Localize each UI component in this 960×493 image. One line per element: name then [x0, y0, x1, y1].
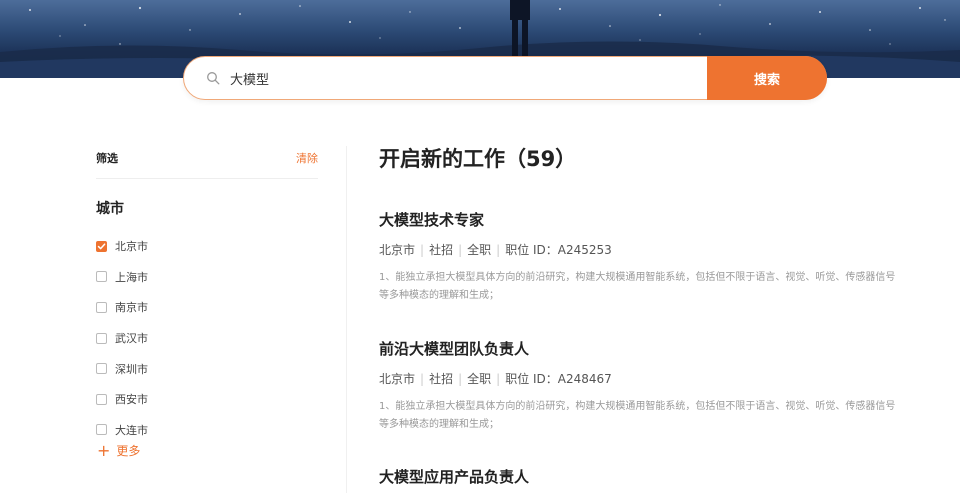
city-option[interactable]: 北京市 [96, 231, 296, 262]
city-option-label: 武汉市 [115, 332, 148, 346]
meta-separator: | [420, 243, 425, 257]
job-meta: 北京市 | 社招 | 全职 | 职位 ID：A245253 [379, 241, 899, 258]
job-card: 大模型应用产品负责人 [379, 466, 899, 487]
job-description: 1、能独立承担大模型具体方向的前沿研究，构建大规模通用智能系统，包括但不限于语言… [379, 272, 896, 301]
filter-title: 筛选 [96, 152, 118, 165]
meta-separator: | [420, 372, 425, 386]
meta-separator: | [458, 372, 463, 386]
city-option[interactable]: 大连市 [96, 415, 296, 446]
city-option-label: 上海市 [115, 270, 148, 284]
job-meta: 北京市 | 社招 | 全职 | 职位 ID：A248467 [379, 370, 899, 387]
city-option[interactable]: 西安市 [96, 384, 296, 415]
city-option-label: 北京市 [115, 240, 148, 254]
city-option[interactable]: 南京市 [96, 292, 296, 323]
meta-separator: | [496, 372, 501, 386]
city-option[interactable]: 上海市 [96, 262, 296, 293]
search-icon [207, 72, 220, 85]
more-cities-label: 更多 [116, 444, 141, 458]
checkbox-icon[interactable] [96, 424, 107, 436]
job-title-link[interactable]: 前沿大模型团队负责人 [379, 338, 899, 359]
city-option-label: 深圳市 [115, 362, 148, 376]
meta-separator: | [496, 243, 501, 257]
city-option-label: 大连市 [115, 423, 148, 437]
job-id: 职位 ID：A248467 [505, 372, 612, 386]
job-title-link[interactable]: 大模型技术专家 [379, 209, 899, 230]
job-schedule: 全职 [467, 372, 492, 386]
checkbox-icon[interactable] [96, 332, 107, 344]
job-type: 社招 [429, 243, 454, 257]
search-input[interactable] [230, 66, 690, 90]
job-schedule: 全职 [467, 243, 492, 257]
job-city: 北京市 [379, 243, 416, 257]
job-title-link[interactable]: 大模型应用产品负责人 [379, 466, 899, 487]
job-type: 社招 [429, 372, 454, 386]
more-cities-button[interactable]: + 更多 [97, 442, 140, 459]
job-card: 前沿大模型团队负责人 北京市 | 社招 | 全职 | 职位 ID：A248467 1、能独立… [379, 338, 899, 434]
checkbox-icon[interactable] [96, 363, 107, 375]
filter-header: 筛选 清除 [96, 150, 318, 179]
column-divider [346, 146, 347, 493]
search-button[interactable]: 搜索 [707, 56, 827, 100]
checkbox-icon[interactable] [96, 301, 107, 313]
city-filter-heading: 城市 [96, 201, 124, 217]
results-title: 开启新的工作（59） [379, 147, 577, 171]
city-option[interactable]: 武汉市 [96, 323, 296, 354]
job-id: 职位 ID：A245253 [505, 243, 612, 257]
plus-icon: + [97, 440, 111, 460]
checkbox-icon[interactable] [96, 393, 107, 405]
checkbox-icon[interactable] [96, 271, 107, 283]
city-option-label: 西安市 [115, 393, 148, 407]
city-option-label: 南京市 [115, 301, 148, 315]
job-card: 大模型技术专家 北京市 | 社招 | 全职 | 职位 ID：A245253 1、能独立承担大… [379, 209, 899, 305]
checkbox-checked-icon[interactable] [96, 240, 107, 252]
clear-filter-link[interactable]: 清除 [296, 150, 318, 166]
job-description: 1、能独立承担大模型具体方向的前沿研究，构建大规模通用智能系统，包括但不限于语言… [379, 401, 896, 430]
meta-separator: | [458, 243, 463, 257]
search-bar: 搜索 [183, 56, 827, 100]
city-option[interactable]: 深圳市 [96, 353, 296, 384]
city-filter-list: 北京市上海市南京市武汉市深圳市西安市大连市 [96, 231, 296, 445]
job-city: 北京市 [379, 372, 416, 386]
